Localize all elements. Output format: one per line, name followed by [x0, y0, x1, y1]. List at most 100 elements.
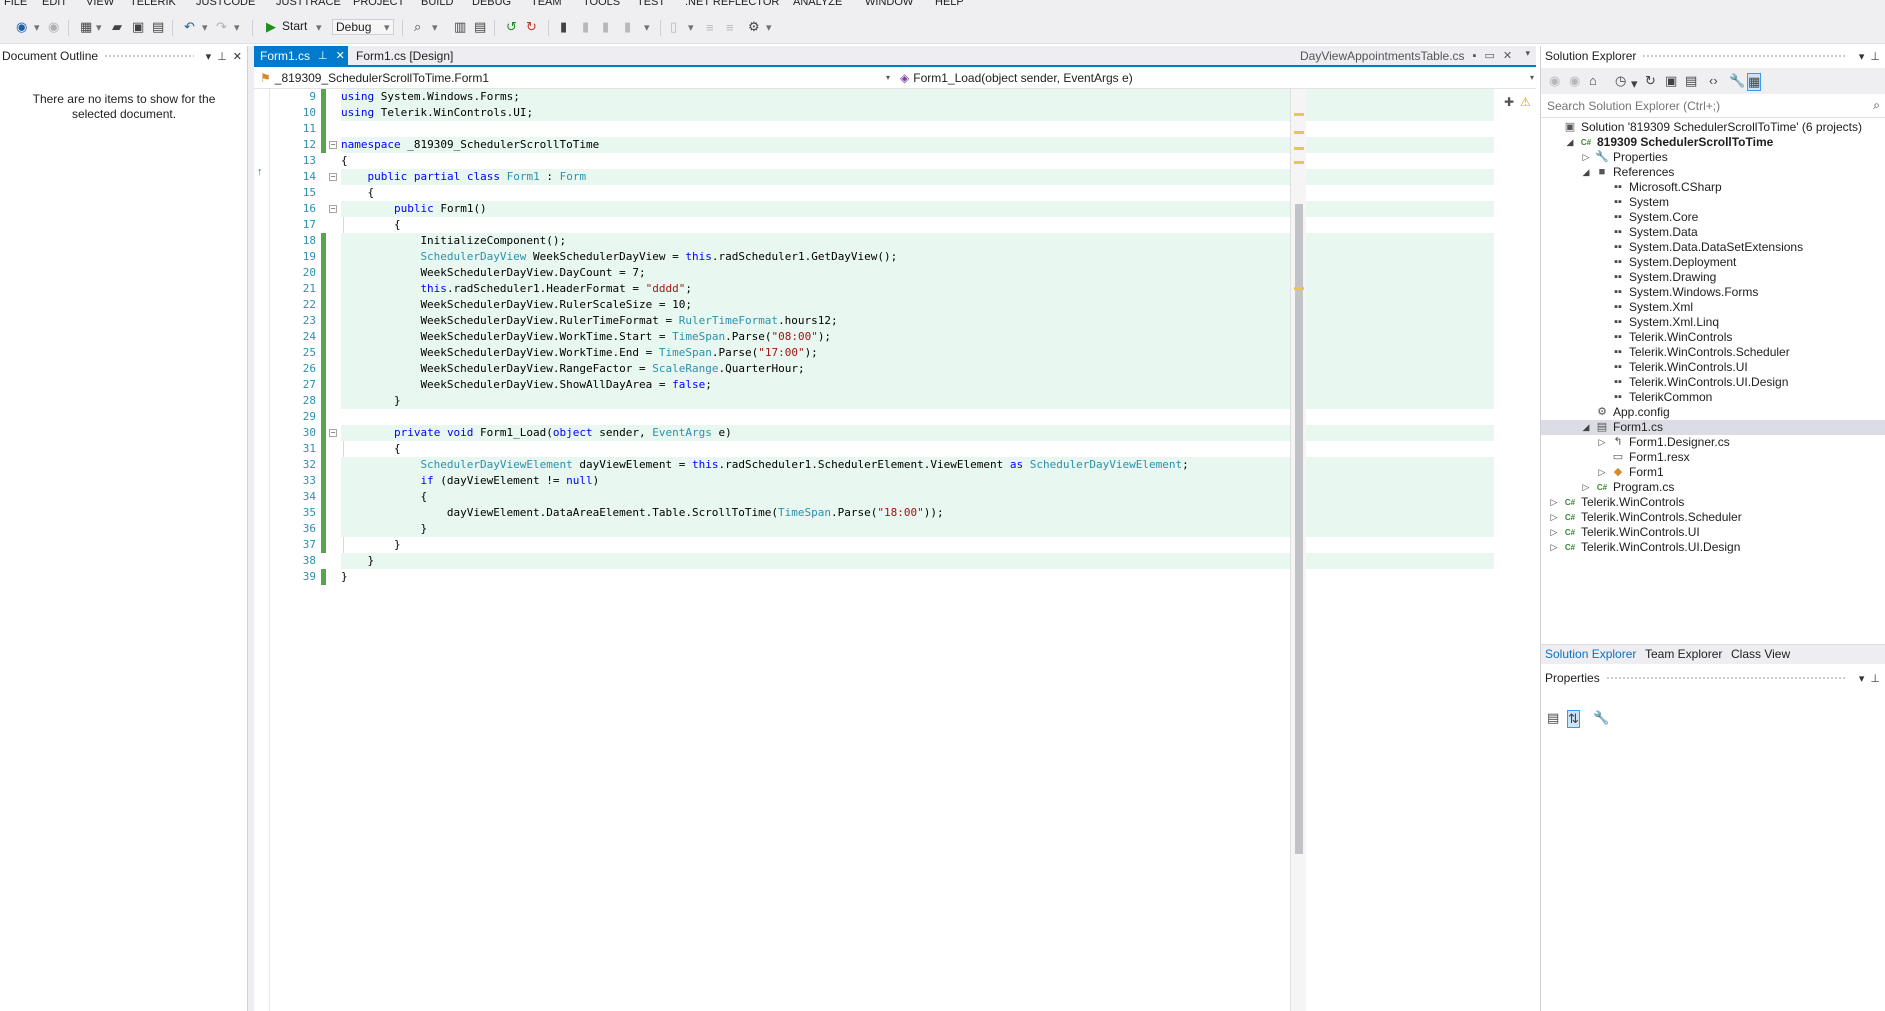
menu-window[interactable]: WINDOW: [865, 0, 913, 8]
indent-icon[interactable]: ≡: [706, 18, 714, 36]
code-line[interactable]: 9 using System.Windows.Forms;: [254, 89, 1494, 105]
tree-node[interactable]: ▪▪ System.Windows.Forms: [1541, 285, 1885, 300]
tree-node[interactable]: ◢ ▤ Form1.cs: [1541, 420, 1885, 435]
code-line[interactable]: 11: [254, 121, 1494, 137]
code-line[interactable]: 20 WeekSchedulerDayView.DayCount = 7;: [254, 265, 1494, 281]
type-dropdown[interactable]: ⚑ _819309_SchedulerScrollToTime.Form1 ▾: [256, 69, 892, 87]
menu-netreflector[interactable]: .NET REFLECTOR: [685, 0, 779, 8]
pin-icon[interactable]: ⊥: [1870, 672, 1880, 685]
panel-dropdown-icon[interactable]: ▾: [1859, 50, 1865, 63]
code-line[interactable]: 35 dayViewElement.DataAreaElement.Table.S…: [254, 505, 1494, 521]
menu-edit[interactable]: EDIT: [42, 0, 67, 8]
expand-icon[interactable]: ▷: [1549, 525, 1559, 540]
tab-solution-explorer[interactable]: Solution Explorer: [1545, 647, 1636, 661]
code-line[interactable]: 36}: [254, 521, 1494, 537]
expand-icon[interactable]: ▷: [1581, 480, 1591, 495]
code-line[interactable]: 23 WeekSchedulerDayView.RulerTimeFormat =…: [254, 313, 1494, 329]
comment-icon[interactable]: ↺: [506, 18, 517, 36]
code-line[interactable]: 30− private void Form1_Load(object sender…: [254, 425, 1494, 441]
tree-node[interactable]: ▷ 🔧 Properties: [1541, 150, 1885, 165]
open-file-icon[interactable]: ▰: [112, 18, 122, 36]
collapse-icon[interactable]: −: [329, 141, 337, 149]
tree-node[interactable]: ▷ C# Program.cs: [1541, 480, 1885, 495]
panel-dropdown-icon[interactable]: ▾: [206, 50, 212, 63]
sync-dropdown-icon[interactable]: ▾: [1631, 76, 1638, 92]
tree-node[interactable]: ▪▪ System.Drawing: [1541, 270, 1885, 285]
view-code-icon[interactable]: ‹›: [1709, 73, 1718, 88]
tree-node[interactable]: ▪▪ TelerikCommon: [1541, 390, 1885, 405]
code-line[interactable]: 13 {: [254, 153, 1494, 169]
code-line[interactable]: 28}: [254, 393, 1494, 409]
tree-node[interactable]: ▪▪ Telerik.WinControls.UI.Design: [1541, 375, 1885, 390]
properties-header[interactable]: Properties ▾ ⊥: [1541, 668, 1885, 688]
collapse-icon[interactable]: −: [329, 205, 337, 213]
home-icon[interactable]: ⌂: [1589, 73, 1597, 88]
solution-explorer-header[interactable]: Solution Explorer ▾ ⊥: [1541, 46, 1885, 66]
menu-help[interactable]: HELP: [935, 0, 964, 8]
redo-icon[interactable]: ↷: [216, 18, 227, 36]
code-line[interactable]: 17 {: [254, 217, 1494, 233]
tab-form1-cs[interactable]: Form1.cs ⊥ ✕: [254, 46, 348, 65]
menu-debug[interactable]: DEBUG: [472, 0, 511, 8]
clear-bookmarks-icon[interactable]: ▮: [624, 18, 631, 36]
expand-icon[interactable]: ▷: [1597, 435, 1607, 450]
tab-form1-designer[interactable]: Form1.cs [Design]: [350, 46, 476, 65]
tree-node[interactable]: ▷ C# Telerik.WinControls: [1541, 495, 1885, 510]
undo-icon[interactable]: ↶: [184, 18, 195, 36]
tree-node[interactable]: ▣ Solution '819309 SchedulerScrollToTime'…: [1541, 120, 1885, 135]
tree-node[interactable]: ▪▪ Telerik.WinControls.UI: [1541, 360, 1885, 375]
tree-node[interactable]: ▪▪ Microsoft.CSharp: [1541, 180, 1885, 195]
close-tab-icon[interactable]: ✕: [336, 49, 345, 62]
tree-node[interactable]: ▷ C# Telerik.WinControls.UI.Design: [1541, 540, 1885, 555]
collapse-icon[interactable]: ◢: [1581, 420, 1591, 435]
search-input[interactable]: [1547, 98, 1847, 114]
extensions-icon[interactable]: ⚙: [748, 18, 760, 36]
tab-overflow-icon[interactable]: ▾: [1525, 48, 1530, 59]
code-line[interactable]: 21 this.radScheduler1.HeaderFormat = "ddd…: [254, 281, 1494, 297]
collapse-icon[interactable]: ◢: [1565, 135, 1575, 150]
extensions-dropdown-icon[interactable]: ▾: [766, 18, 772, 36]
code-editor[interactable]: ↑ 9 using System.Windows.Forms; 10 using Te…: [254, 89, 1536, 1011]
refresh-icon[interactable]: ↻: [1645, 73, 1656, 89]
categorized-icon[interactable]: ▤: [1547, 710, 1559, 726]
menu-telerik[interactable]: TELERIK: [130, 0, 176, 8]
tree-node[interactable]: ▪▪ System.Xml.Linq: [1541, 315, 1885, 330]
tree-node[interactable]: ▪▪ System.Data.DataSetExtensions: [1541, 240, 1885, 255]
menu-analyze[interactable]: ANALYZE: [793, 0, 842, 8]
code-line[interactable]: 32 SchedulerDayViewElement dayViewElement…: [254, 457, 1494, 473]
warning-icon[interactable]: ⚠: [1520, 95, 1531, 109]
code-line[interactable]: 29: [254, 409, 1494, 425]
preview-selected-icon[interactable]: ▦: [1747, 73, 1762, 91]
panel-dropdown-icon[interactable]: ▾: [1859, 672, 1865, 685]
code-line[interactable]: 22 WeekSchedulerDayView.RulerScaleSize = …: [254, 297, 1494, 313]
navigate-back-icon[interactable]: ◉: [16, 18, 27, 36]
tree-node[interactable]: ▷ ↰ Form1.Designer.cs: [1541, 435, 1885, 450]
start-debug-icon[interactable]: ▶: [266, 18, 276, 36]
tree-node[interactable]: ▪▪ System.Xml: [1541, 300, 1885, 315]
tree-node[interactable]: ◢ C# 819309 SchedulerScrollToTime: [1541, 135, 1885, 150]
sync-icon[interactable]: ◷: [1615, 73, 1626, 89]
tree-node[interactable]: ▪▪ Telerik.WinControls.Scheduler: [1541, 345, 1885, 360]
menu-test[interactable]: TEST: [637, 0, 665, 8]
prev-bookmark-icon[interactable]: ▮: [582, 18, 589, 36]
find-in-files-icon[interactable]: ⌕: [414, 18, 421, 36]
member-dropdown[interactable]: ◈ Form1_Load(object sender, EventArgs e)…: [896, 69, 1536, 87]
next-bookmark-icon[interactable]: ▮: [602, 18, 609, 36]
tree-node[interactable]: ▪▪ Telerik.WinControls: [1541, 330, 1885, 345]
code-line[interactable]: 12 − namespace _819309_SchedulerScrollToTi…: [254, 137, 1494, 153]
bookmark-icon[interactable]: ▮: [560, 18, 567, 36]
pin-icon[interactable]: ⊥: [217, 50, 227, 63]
back-icon[interactable]: ◉: [1549, 73, 1560, 89]
tab-team-explorer[interactable]: Team Explorer: [1645, 647, 1722, 661]
code-line[interactable]: 39}: [254, 569, 1494, 585]
tree-node[interactable]: ▷ C# Telerik.WinControls.UI: [1541, 525, 1885, 540]
tree-node[interactable]: ◢ ■ References: [1541, 165, 1885, 180]
bookmark-dropdown-icon[interactable]: ▾: [644, 18, 650, 36]
tree-node[interactable]: ⚙ App.config: [1541, 405, 1885, 420]
keep-open-icon[interactable]: ▭: [1484, 49, 1494, 62]
code-line[interactable]: 19 SchedulerDayView WeekSchedulerDayView …: [254, 249, 1494, 265]
expand-icon[interactable]: ▷: [1581, 150, 1591, 165]
close-icon[interactable]: ✕: [233, 50, 242, 63]
document-outline-header[interactable]: Document Outline ▾ ⊥ ✕: [0, 46, 248, 66]
tree-node[interactable]: ▭ Form1.resx: [1541, 450, 1885, 465]
